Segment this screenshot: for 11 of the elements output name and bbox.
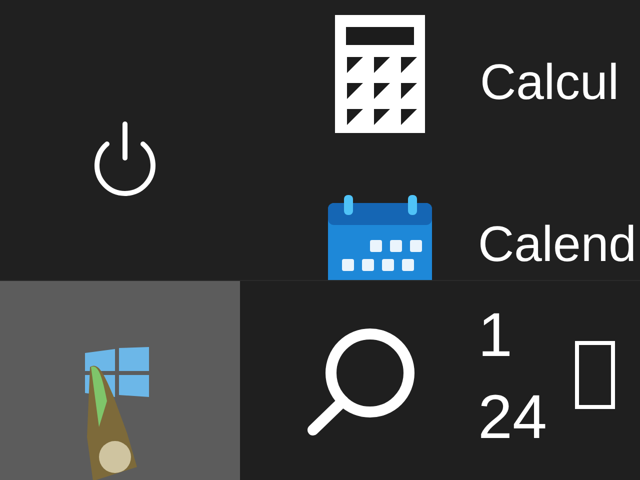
notification-icon[interactable] (575, 341, 615, 409)
start-button[interactable] (0, 281, 240, 480)
app-name: Calend (478, 219, 636, 269)
app-list-item[interactable]: Calcul (300, 0, 636, 180)
clock-date: 24 (478, 387, 548, 449)
calculator-icon (335, 15, 425, 133)
app-name: Calcul (480, 57, 619, 107)
search-icon (305, 326, 417, 438)
calendar-icon (328, 195, 432, 280)
clock-time: 1 (478, 305, 514, 367)
clock[interactable]: 1 24 (440, 281, 550, 480)
